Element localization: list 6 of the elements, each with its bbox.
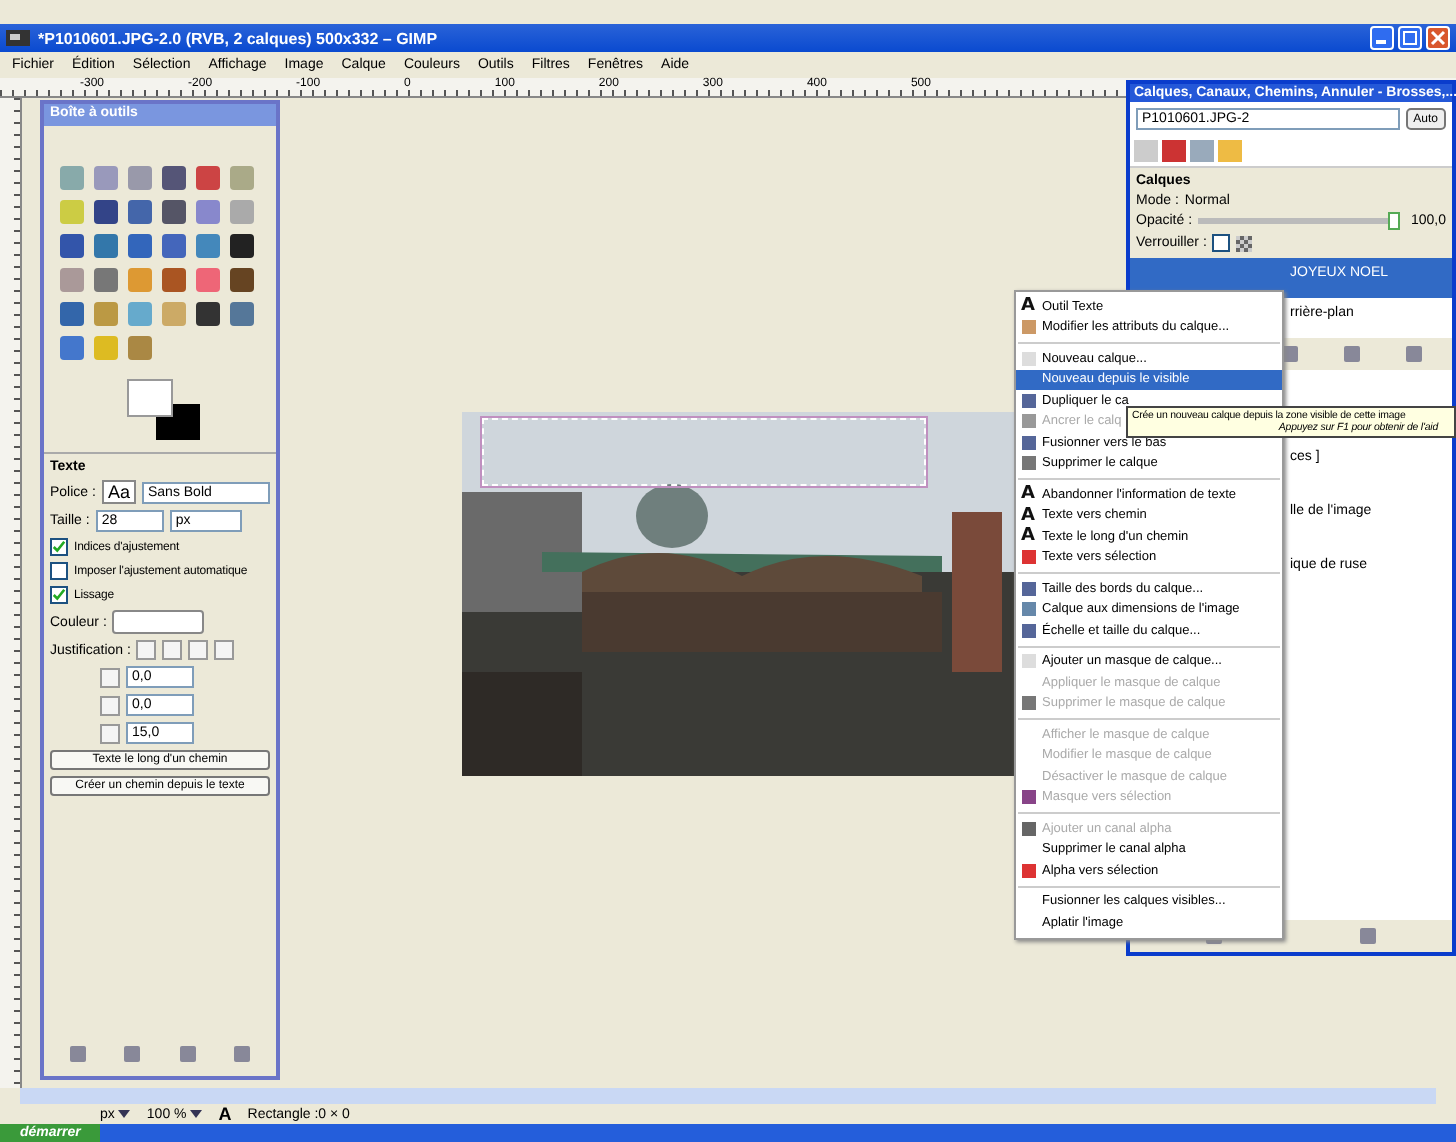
text-tool-icon: A <box>1020 298 1036 315</box>
text-tool-icon: A <box>1020 528 1036 545</box>
text-tool-icon: A <box>218 1104 232 1124</box>
text-tool-icon: A <box>1020 486 1036 503</box>
text-tool-icon: A <box>1020 507 1036 524</box>
window-title: *P1010601.JPG-2.0 (RVB, 2 calques) 500x332 – GIMP <box>38 29 440 47</box>
